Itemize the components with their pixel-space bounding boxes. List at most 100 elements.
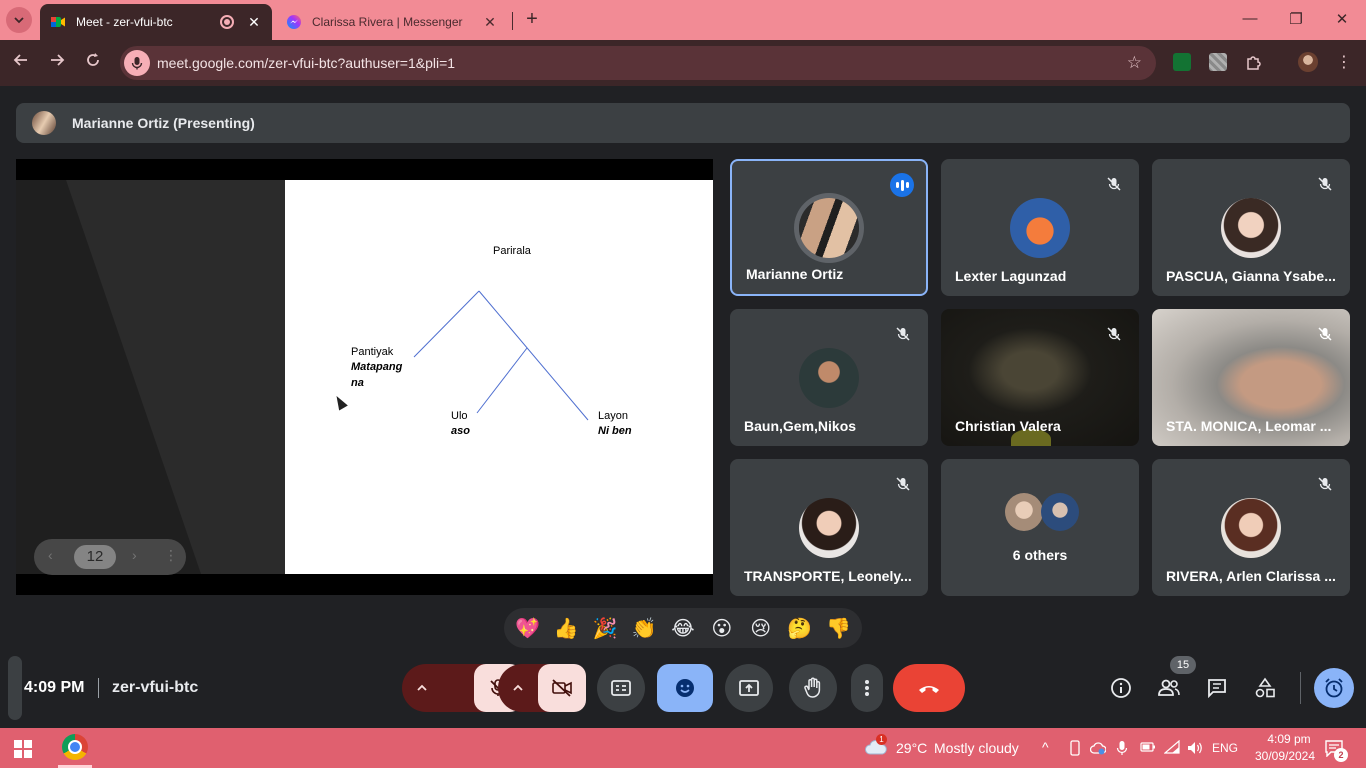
meeting-details-button[interactable] xyxy=(1107,674,1135,702)
microphone-tray-icon[interactable] xyxy=(1116,740,1128,756)
close-tab-icon[interactable]: ✕ xyxy=(482,14,498,31)
reaction-clap-button[interactable]: 👏 xyxy=(626,616,662,640)
address-bar[interactable]: meet.google.com/zer-vfui-btc?authuser=1&… xyxy=(120,46,1156,80)
tab-title: Clarissa Rivera | Messenger xyxy=(312,15,463,29)
reaction-thumbs-up-button[interactable]: 👍 xyxy=(548,616,584,640)
extensions-puzzle-icon[interactable] xyxy=(1245,53,1263,71)
chevron-up-icon[interactable] xyxy=(512,682,524,694)
messenger-icon xyxy=(287,15,301,29)
chevron-up-icon[interactable] xyxy=(416,682,428,694)
reload-button[interactable] xyxy=(82,52,104,74)
participant-video-tile[interactable]: STA. MONICA, Leomar ... xyxy=(1152,309,1350,446)
avatar xyxy=(32,111,56,135)
participant-video-tile[interactable]: Christian Valera xyxy=(941,309,1139,446)
diagram-left-label: Pantiyak xyxy=(351,346,394,358)
windows-start-icon[interactable] xyxy=(14,740,32,758)
reaction-laugh-button[interactable]: 😂 xyxy=(665,616,701,640)
cloud-sync-icon[interactable] xyxy=(1090,740,1106,756)
reaction-heart-button[interactable]: 💖 xyxy=(509,616,545,640)
tab-search-button[interactable] xyxy=(6,7,32,33)
camera-off-button[interactable] xyxy=(538,664,586,712)
people-button[interactable] xyxy=(1155,674,1183,702)
avatar xyxy=(1005,493,1043,531)
shapes-icon xyxy=(1255,677,1275,698)
forward-button[interactable] xyxy=(46,52,68,74)
shared-screen[interactable]: Parirala Pantiyak Matapang na Ulo aso La… xyxy=(16,159,713,595)
tree-diagram-lines xyxy=(413,290,589,421)
mic-off-icon xyxy=(1103,173,1125,195)
participant-tile[interactable]: TRANSPORTE, Leonely... xyxy=(730,459,928,596)
chrome-taskbar-icon[interactable] xyxy=(62,734,88,760)
next-slide-button[interactable]: › xyxy=(132,547,137,563)
reaction-thumbs-down-button[interactable]: 👎 xyxy=(820,616,856,640)
activities-button[interactable] xyxy=(1251,674,1279,702)
tab-messenger[interactable]: Clarissa Rivera | Messenger ✕ xyxy=(276,4,508,40)
more-options-button[interactable] xyxy=(851,664,883,712)
participant-tile[interactable]: PASCUA, Gianna Ysabe... xyxy=(1152,159,1350,296)
participant-name: Lexter Lagunzad xyxy=(955,268,1067,284)
browser-menu-icon[interactable]: ⋮ xyxy=(1336,52,1352,72)
chat-icon xyxy=(1208,679,1226,698)
participant-name: STA. MONICA, Leomar ... xyxy=(1166,418,1332,434)
participant-tile[interactable]: RIVERA, Arlen Clarissa ... xyxy=(1152,459,1350,596)
restore-button[interactable]: ❐ xyxy=(1286,10,1306,28)
url-text: meet.google.com/zer-vfui-btc?authuser=1&… xyxy=(157,55,456,71)
mic-off-icon xyxy=(1314,173,1336,195)
slide-options-icon[interactable]: ⋮ xyxy=(164,547,178,564)
bookmark-star-icon[interactable]: ☆ xyxy=(1127,53,1142,73)
others-tile[interactable]: 6 others xyxy=(941,459,1139,596)
alarm-clock-icon xyxy=(1325,678,1343,698)
others-count-label: 6 others xyxy=(1012,547,1068,563)
device-icon[interactable] xyxy=(1068,740,1082,756)
raise-hand-button[interactable] xyxy=(789,664,837,712)
close-tab-icon[interactable]: ✕ xyxy=(246,14,262,31)
mic-off-icon xyxy=(1314,323,1336,345)
chat-button[interactable] xyxy=(1203,674,1231,702)
reaction-sad-button[interactable]: 😢 xyxy=(743,616,779,640)
tab-meet[interactable]: Meet - zer-vfui-btc ✕ xyxy=(40,4,272,40)
mic-off-icon xyxy=(892,323,914,345)
send-reaction-button[interactable] xyxy=(657,664,713,712)
new-tab-button[interactable]: + xyxy=(520,8,544,32)
extension-sheets-icon[interactable] xyxy=(1173,53,1191,71)
reaction-thinking-button[interactable]: 🤔 xyxy=(782,616,818,640)
windows-taskbar: 1 29°C Mostly cloudy ^ ENG 4:09 pm 30/09… xyxy=(0,728,1366,768)
clock-time[interactable]: 4:09 pm xyxy=(1258,732,1320,746)
captions-button[interactable] xyxy=(597,664,645,712)
extension-grid-icon[interactable] xyxy=(1209,53,1227,71)
scrollbar[interactable] xyxy=(8,656,22,720)
participant-tile[interactable]: Baun,Gem,Nikos xyxy=(730,309,928,446)
people-icon xyxy=(1158,679,1180,696)
clock-date[interactable]: 30/09/2024 xyxy=(1250,749,1320,763)
tab-separator xyxy=(512,12,513,30)
previous-slide-button[interactable]: ‹ xyxy=(48,547,53,563)
leave-call-button[interactable] xyxy=(893,664,965,712)
avatar xyxy=(1041,493,1079,531)
avatar xyxy=(1221,498,1281,558)
present-now-button[interactable] xyxy=(725,664,773,712)
minimize-button[interactable]: — xyxy=(1240,10,1260,27)
profile-avatar[interactable] xyxy=(1298,52,1318,72)
google-meet-icon xyxy=(51,17,65,27)
reaction-party-button[interactable]: 🎉 xyxy=(587,616,623,640)
volume-icon[interactable] xyxy=(1186,740,1204,756)
participant-tile[interactable]: Marianne Ortiz xyxy=(730,159,928,296)
reaction-surprised-button[interactable]: 😮 xyxy=(704,616,740,640)
camera-toggle[interactable] xyxy=(498,664,586,712)
diagram-left-value-2: na xyxy=(351,377,364,389)
back-button[interactable] xyxy=(10,52,32,74)
battery-icon[interactable] xyxy=(1140,741,1156,753)
weather-description[interactable]: Mostly cloudy xyxy=(934,740,1019,756)
participant-tile[interactable]: Lexter Lagunzad xyxy=(941,159,1139,296)
avatar xyxy=(799,348,859,408)
input-language-indicator[interactable]: ENG xyxy=(1212,741,1238,755)
close-window-button[interactable]: ✕ xyxy=(1332,10,1352,28)
weather-temperature[interactable]: 29°C xyxy=(896,740,927,756)
avatar xyxy=(799,498,859,558)
wifi-icon[interactable] xyxy=(1164,740,1180,754)
host-controls-button[interactable] xyxy=(1314,668,1354,708)
participant-name: Baun,Gem,Nikos xyxy=(744,418,857,434)
show-hidden-icons-chevron-icon[interactable]: ^ xyxy=(1042,739,1049,755)
reload-icon xyxy=(87,53,99,66)
microphone-in-use-icon[interactable] xyxy=(124,50,150,76)
